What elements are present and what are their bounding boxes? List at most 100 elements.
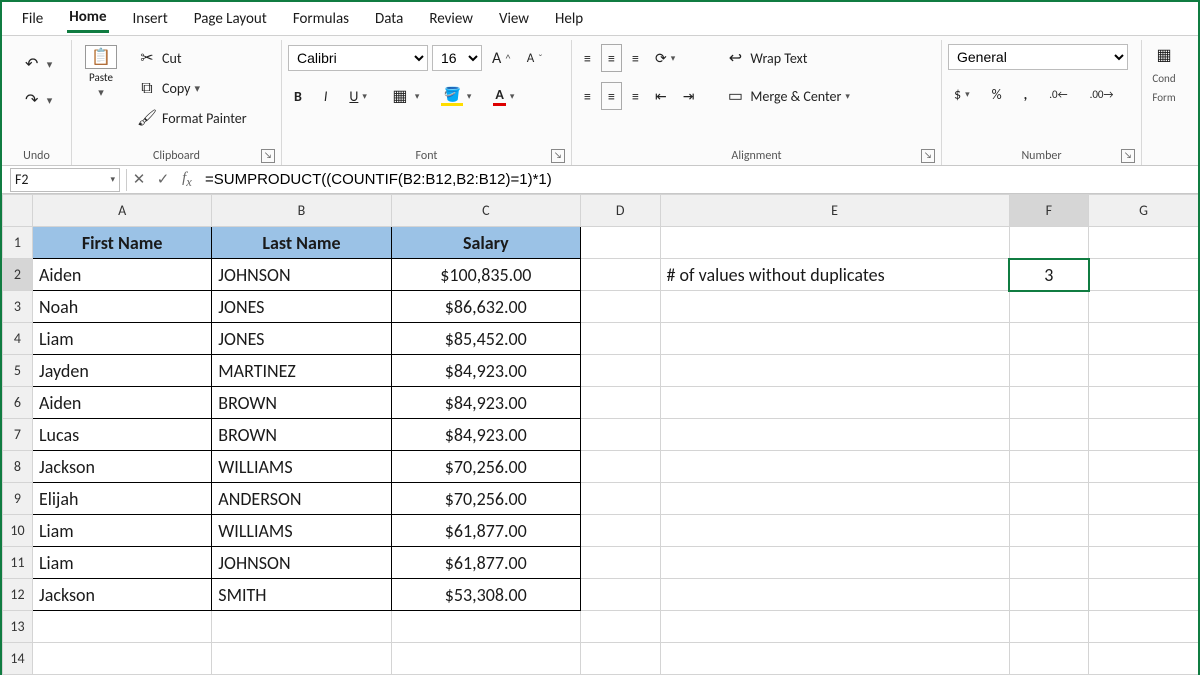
- cell-E12[interactable]: [660, 579, 1009, 611]
- cell-C2[interactable]: $100,835.00: [391, 259, 580, 291]
- cell-C8[interactable]: $70,256.00: [391, 451, 580, 483]
- increase-indent-button[interactable]: ⇥: [677, 82, 701, 110]
- cell-F8[interactable]: [1009, 451, 1089, 483]
- cell-D12[interactable]: [580, 579, 660, 611]
- align-right-button[interactable]: ≡: [626, 82, 645, 110]
- cell-G10[interactable]: [1089, 515, 1198, 547]
- wrap-text-button[interactable]: ↩Wrap Text: [718, 44, 856, 72]
- row-header-12[interactable]: 12: [3, 579, 33, 611]
- menu-formulas[interactable]: Formulas: [291, 6, 351, 32]
- cell-D5[interactable]: [580, 355, 660, 387]
- cancel-formula-button[interactable]: ✕: [127, 170, 151, 189]
- cell-E11[interactable]: [660, 547, 1009, 579]
- fill-color-button[interactable]: 🪣: [435, 82, 477, 110]
- cell-A8[interactable]: Jackson: [32, 451, 211, 483]
- decrease-indent-button[interactable]: ⇤: [649, 82, 673, 110]
- cell-B10[interactable]: WILLIAMS: [212, 515, 391, 547]
- cell-D11[interactable]: [580, 547, 660, 579]
- cell-A7[interactable]: Lucas: [32, 419, 211, 451]
- row-header-6[interactable]: 6: [3, 387, 33, 419]
- align-middle-button[interactable]: ≡: [601, 44, 622, 72]
- cell-F6[interactable]: [1009, 387, 1089, 419]
- cell-G14[interactable]: [1089, 643, 1198, 675]
- row-header-8[interactable]: 8: [3, 451, 33, 483]
- cell-G5[interactable]: [1089, 355, 1198, 387]
- cell-G3[interactable]: [1089, 291, 1198, 323]
- cell-B9[interactable]: ANDERSON: [212, 483, 391, 515]
- row-header-2[interactable]: 2: [3, 259, 33, 291]
- cell-E1[interactable]: [660, 227, 1009, 259]
- cell-G7[interactable]: [1089, 419, 1198, 451]
- cell-E2[interactable]: # of values without duplicates: [660, 259, 1009, 291]
- chevron-down-icon[interactable]: ▾: [110, 174, 115, 185]
- orientation-button[interactable]: ⟳: [649, 44, 681, 72]
- cell-F13[interactable]: [1009, 611, 1089, 643]
- worksheet-grid[interactable]: A B C D E F G 1 First Name Last Name Sal…: [2, 194, 1198, 675]
- shrink-font-button[interactable]: Aˇ: [521, 44, 549, 72]
- cell-C10[interactable]: $61,877.00: [391, 515, 580, 547]
- cell-C1[interactable]: Salary: [391, 227, 580, 259]
- cell-D1[interactable]: [580, 227, 660, 259]
- row-header-10[interactable]: 10: [3, 515, 33, 547]
- formula-input[interactable]: [199, 168, 1198, 192]
- col-header-D[interactable]: D: [580, 195, 660, 227]
- cell-D13[interactable]: [580, 611, 660, 643]
- font-color-button[interactable]: A: [487, 82, 520, 110]
- cell-B12[interactable]: SMITH: [212, 579, 391, 611]
- number-format-select[interactable]: General: [948, 44, 1128, 70]
- redo-button[interactable]: ↷▾: [15, 86, 59, 114]
- cell-C3[interactable]: $86,632.00: [391, 291, 580, 323]
- clipboard-launcher-icon[interactable]: ↘: [261, 149, 275, 163]
- copy-button[interactable]: ⧉Copy ▾: [130, 74, 253, 102]
- cell-B2[interactable]: JOHNSON: [212, 259, 391, 291]
- col-header-B[interactable]: B: [212, 195, 391, 227]
- menu-page-layout[interactable]: Page Layout: [192, 6, 269, 32]
- row-header-5[interactable]: 5: [3, 355, 33, 387]
- col-header-E[interactable]: E: [660, 195, 1009, 227]
- accounting-format-button[interactable]: $: [948, 80, 976, 108]
- borders-button[interactable]: ▦: [383, 82, 426, 110]
- cell-D7[interactable]: [580, 419, 660, 451]
- cell-A3[interactable]: Noah: [32, 291, 211, 323]
- align-center-button[interactable]: ≡: [601, 82, 622, 110]
- cell-D14[interactable]: [580, 643, 660, 675]
- font-size-select[interactable]: 16: [432, 45, 482, 71]
- col-header-A[interactable]: A: [32, 195, 211, 227]
- select-all-corner[interactable]: [3, 195, 33, 227]
- cell-D6[interactable]: [580, 387, 660, 419]
- menu-view[interactable]: View: [497, 6, 531, 32]
- cell-F11[interactable]: [1009, 547, 1089, 579]
- cell-G1[interactable]: [1089, 227, 1198, 259]
- cell-B6[interactable]: BROWN: [212, 387, 391, 419]
- cell-C11[interactable]: $61,877.00: [391, 547, 580, 579]
- cell-A2[interactable]: Aiden: [32, 259, 211, 291]
- cell-F7[interactable]: [1009, 419, 1089, 451]
- cell-A5[interactable]: Jayden: [32, 355, 211, 387]
- cell-D4[interactable]: [580, 323, 660, 355]
- cell-F12[interactable]: [1009, 579, 1089, 611]
- cell-E5[interactable]: [660, 355, 1009, 387]
- cell-F9[interactable]: [1009, 483, 1089, 515]
- cell-A4[interactable]: Liam: [32, 323, 211, 355]
- bold-button[interactable]: B: [288, 82, 308, 110]
- insert-function-button[interactable]: fx: [175, 170, 199, 190]
- cell-B4[interactable]: JONES: [212, 323, 391, 355]
- cell-A14[interactable]: [32, 643, 211, 675]
- col-header-G[interactable]: G: [1089, 195, 1198, 227]
- row-header-7[interactable]: 7: [3, 419, 33, 451]
- cell-F5[interactable]: [1009, 355, 1089, 387]
- cell-B7[interactable]: BROWN: [212, 419, 391, 451]
- cell-F4[interactable]: [1009, 323, 1089, 355]
- cell-D10[interactable]: [580, 515, 660, 547]
- cell-F14[interactable]: [1009, 643, 1089, 675]
- increase-decimal-button[interactable]: .0←: [1043, 80, 1073, 108]
- cell-E10[interactable]: [660, 515, 1009, 547]
- cell-B3[interactable]: JONES: [212, 291, 391, 323]
- italic-button[interactable]: I: [318, 82, 334, 110]
- menu-insert[interactable]: Insert: [131, 6, 170, 32]
- decrease-decimal-button[interactable]: .00→: [1084, 80, 1120, 108]
- undo-button[interactable]: ↶▾: [15, 50, 59, 78]
- menu-data[interactable]: Data: [373, 6, 405, 32]
- cell-E8[interactable]: [660, 451, 1009, 483]
- col-header-C[interactable]: C: [391, 195, 580, 227]
